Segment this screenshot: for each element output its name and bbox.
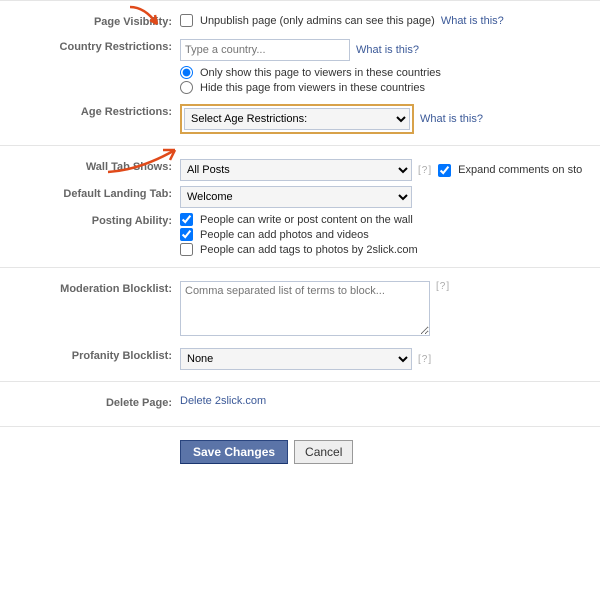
visibility-help-link[interactable]: What is this?	[441, 15, 504, 27]
moderation-textarea[interactable]	[180, 281, 430, 336]
landing-label: Default Landing Tab:	[0, 184, 180, 200]
country-label: Country Restrictions:	[0, 37, 180, 53]
page-visibility-label: Page Visibility:	[0, 12, 180, 28]
country-hide-label: Hide this page from viewers in these cou…	[200, 82, 425, 94]
profanity-label: Profanity Blocklist:	[0, 346, 180, 362]
country-hide-radio[interactable]	[180, 81, 193, 94]
profanity-select[interactable]: None	[180, 348, 412, 370]
moderation-help[interactable]: [?]	[436, 281, 450, 292]
posting-label: Posting Ability:	[0, 211, 180, 227]
age-select-highlight: Select Age Restrictions:	[180, 104, 414, 134]
wall-tab-label: Wall Tab Shows:	[0, 157, 180, 173]
delete-label: Delete Page:	[0, 393, 180, 409]
age-help-link[interactable]: What is this?	[420, 113, 483, 125]
expand-comments-checkbox[interactable]	[438, 164, 451, 177]
country-help-link[interactable]: What is this?	[356, 44, 419, 56]
unpublish-checkbox[interactable]	[180, 14, 193, 27]
expand-comments-label: Expand comments on sto	[458, 164, 582, 176]
posting-tags-checkbox[interactable]	[180, 243, 193, 256]
posting-photos-label: People can add photos and videos	[200, 229, 369, 241]
posting-photos-checkbox[interactable]	[180, 228, 193, 241]
country-show-label: Only show this page to viewers in these …	[200, 67, 441, 79]
save-button[interactable]: Save Changes	[180, 440, 288, 464]
unpublish-label: Unpublish page (only admins can see this…	[200, 15, 435, 27]
age-select[interactable]: Select Age Restrictions:	[184, 108, 410, 130]
landing-select[interactable]: Welcome	[180, 186, 412, 208]
moderation-label: Moderation Blocklist:	[0, 279, 180, 295]
country-show-radio[interactable]	[180, 66, 193, 79]
profanity-help[interactable]: [?]	[418, 354, 432, 365]
posting-tags-label: People can add tags to photos by 2slick.…	[200, 244, 418, 256]
posting-write-label: People can write or post content on the …	[200, 214, 413, 226]
wall-tab-select[interactable]: All Posts	[180, 159, 412, 181]
country-input[interactable]	[180, 39, 350, 61]
wall-tab-help[interactable]: [?]	[418, 165, 432, 176]
age-label: Age Restrictions:	[0, 102, 180, 118]
cancel-button[interactable]: Cancel	[294, 440, 353, 464]
posting-write-checkbox[interactable]	[180, 213, 193, 226]
delete-link[interactable]: Delete 2slick.com	[180, 395, 266, 407]
